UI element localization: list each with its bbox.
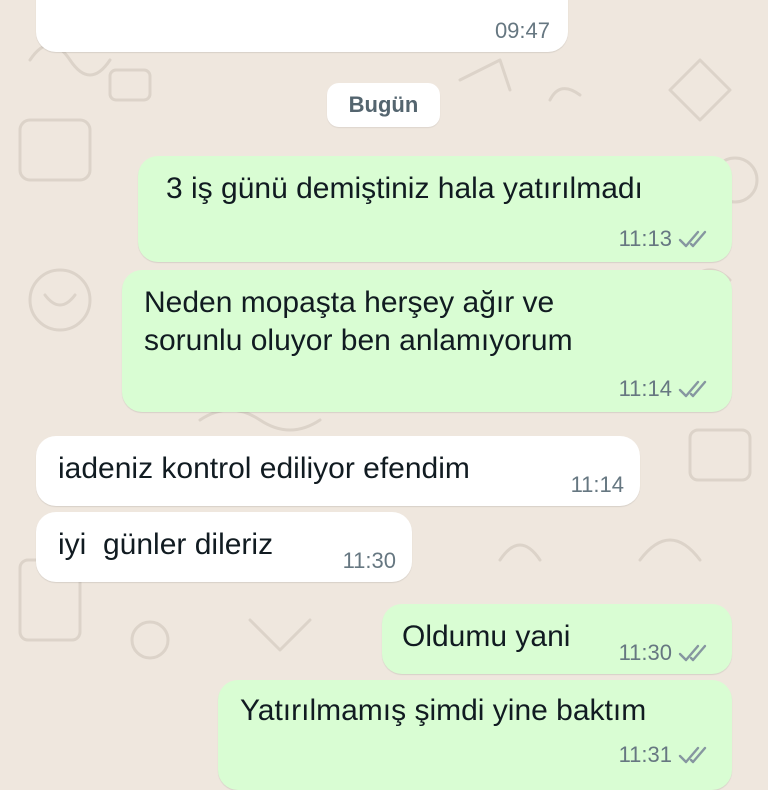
message-meta: 11:13 <box>619 226 712 252</box>
message-meta: 11:14 <box>571 472 624 498</box>
message-bubble-outgoing[interactable]: Neden mopaşta herşey ağır ve sorunlu olu… <box>122 270 732 412</box>
message-bubble-outgoing[interactable]: 3 iş günü demiştiniz hala yatırılmadı 11… <box>138 156 732 262</box>
message-bubble-incoming[interactable]: iadeniz kontrol ediliyor efendim 11:14 <box>36 436 640 506</box>
message-text: Oldumu yani <box>402 620 571 653</box>
message-bubble-incoming[interactable]: 09:47 <box>36 0 568 52</box>
message-text-line: sorunlu oluyor ben anlamıyorum <box>144 324 573 357</box>
message-meta: 11:14 <box>619 376 712 402</box>
message-time: 11:14 <box>618 376 672 401</box>
double-check-icon <box>678 644 707 662</box>
message-bubble-outgoing[interactable]: Oldumu yani 11:30 <box>382 604 732 674</box>
message-meta: 11:30 <box>619 640 712 666</box>
message-meta: 11:30 <box>343 548 396 574</box>
message-time: 09:47 <box>494 18 550 43</box>
message-bubble-incoming[interactable]: iyi günler dileriz 11:30 <box>36 512 412 582</box>
message-time: 11:30 <box>342 548 396 573</box>
double-check-icon <box>678 746 707 764</box>
message-text: Yatırılmamış şimdi yine baktım <box>240 694 647 727</box>
message-text: iyi günler dileriz <box>58 528 274 561</box>
double-check-icon <box>678 230 707 248</box>
message-bubble-outgoing[interactable]: Yatırılmamış şimdi yine baktım 11:31 <box>218 680 732 790</box>
message-text-line: Neden mopaşta herşey ağır ve <box>144 286 555 319</box>
message-time: 11:14 <box>570 472 624 497</box>
message-text: 3 iş günü demiştiniz hala yatırılmadı <box>166 172 643 205</box>
message-time: 11:30 <box>618 640 672 665</box>
message-time: 11:31 <box>618 742 672 767</box>
message-meta: 09:47 <box>495 18 550 44</box>
double-check-icon <box>678 380 707 398</box>
message-text: iadeniz kontrol ediliyor efendim <box>58 452 470 485</box>
message-meta: 11:31 <box>619 742 712 768</box>
message-time: 11:13 <box>618 226 672 251</box>
date-divider: Bugün <box>327 83 440 127</box>
